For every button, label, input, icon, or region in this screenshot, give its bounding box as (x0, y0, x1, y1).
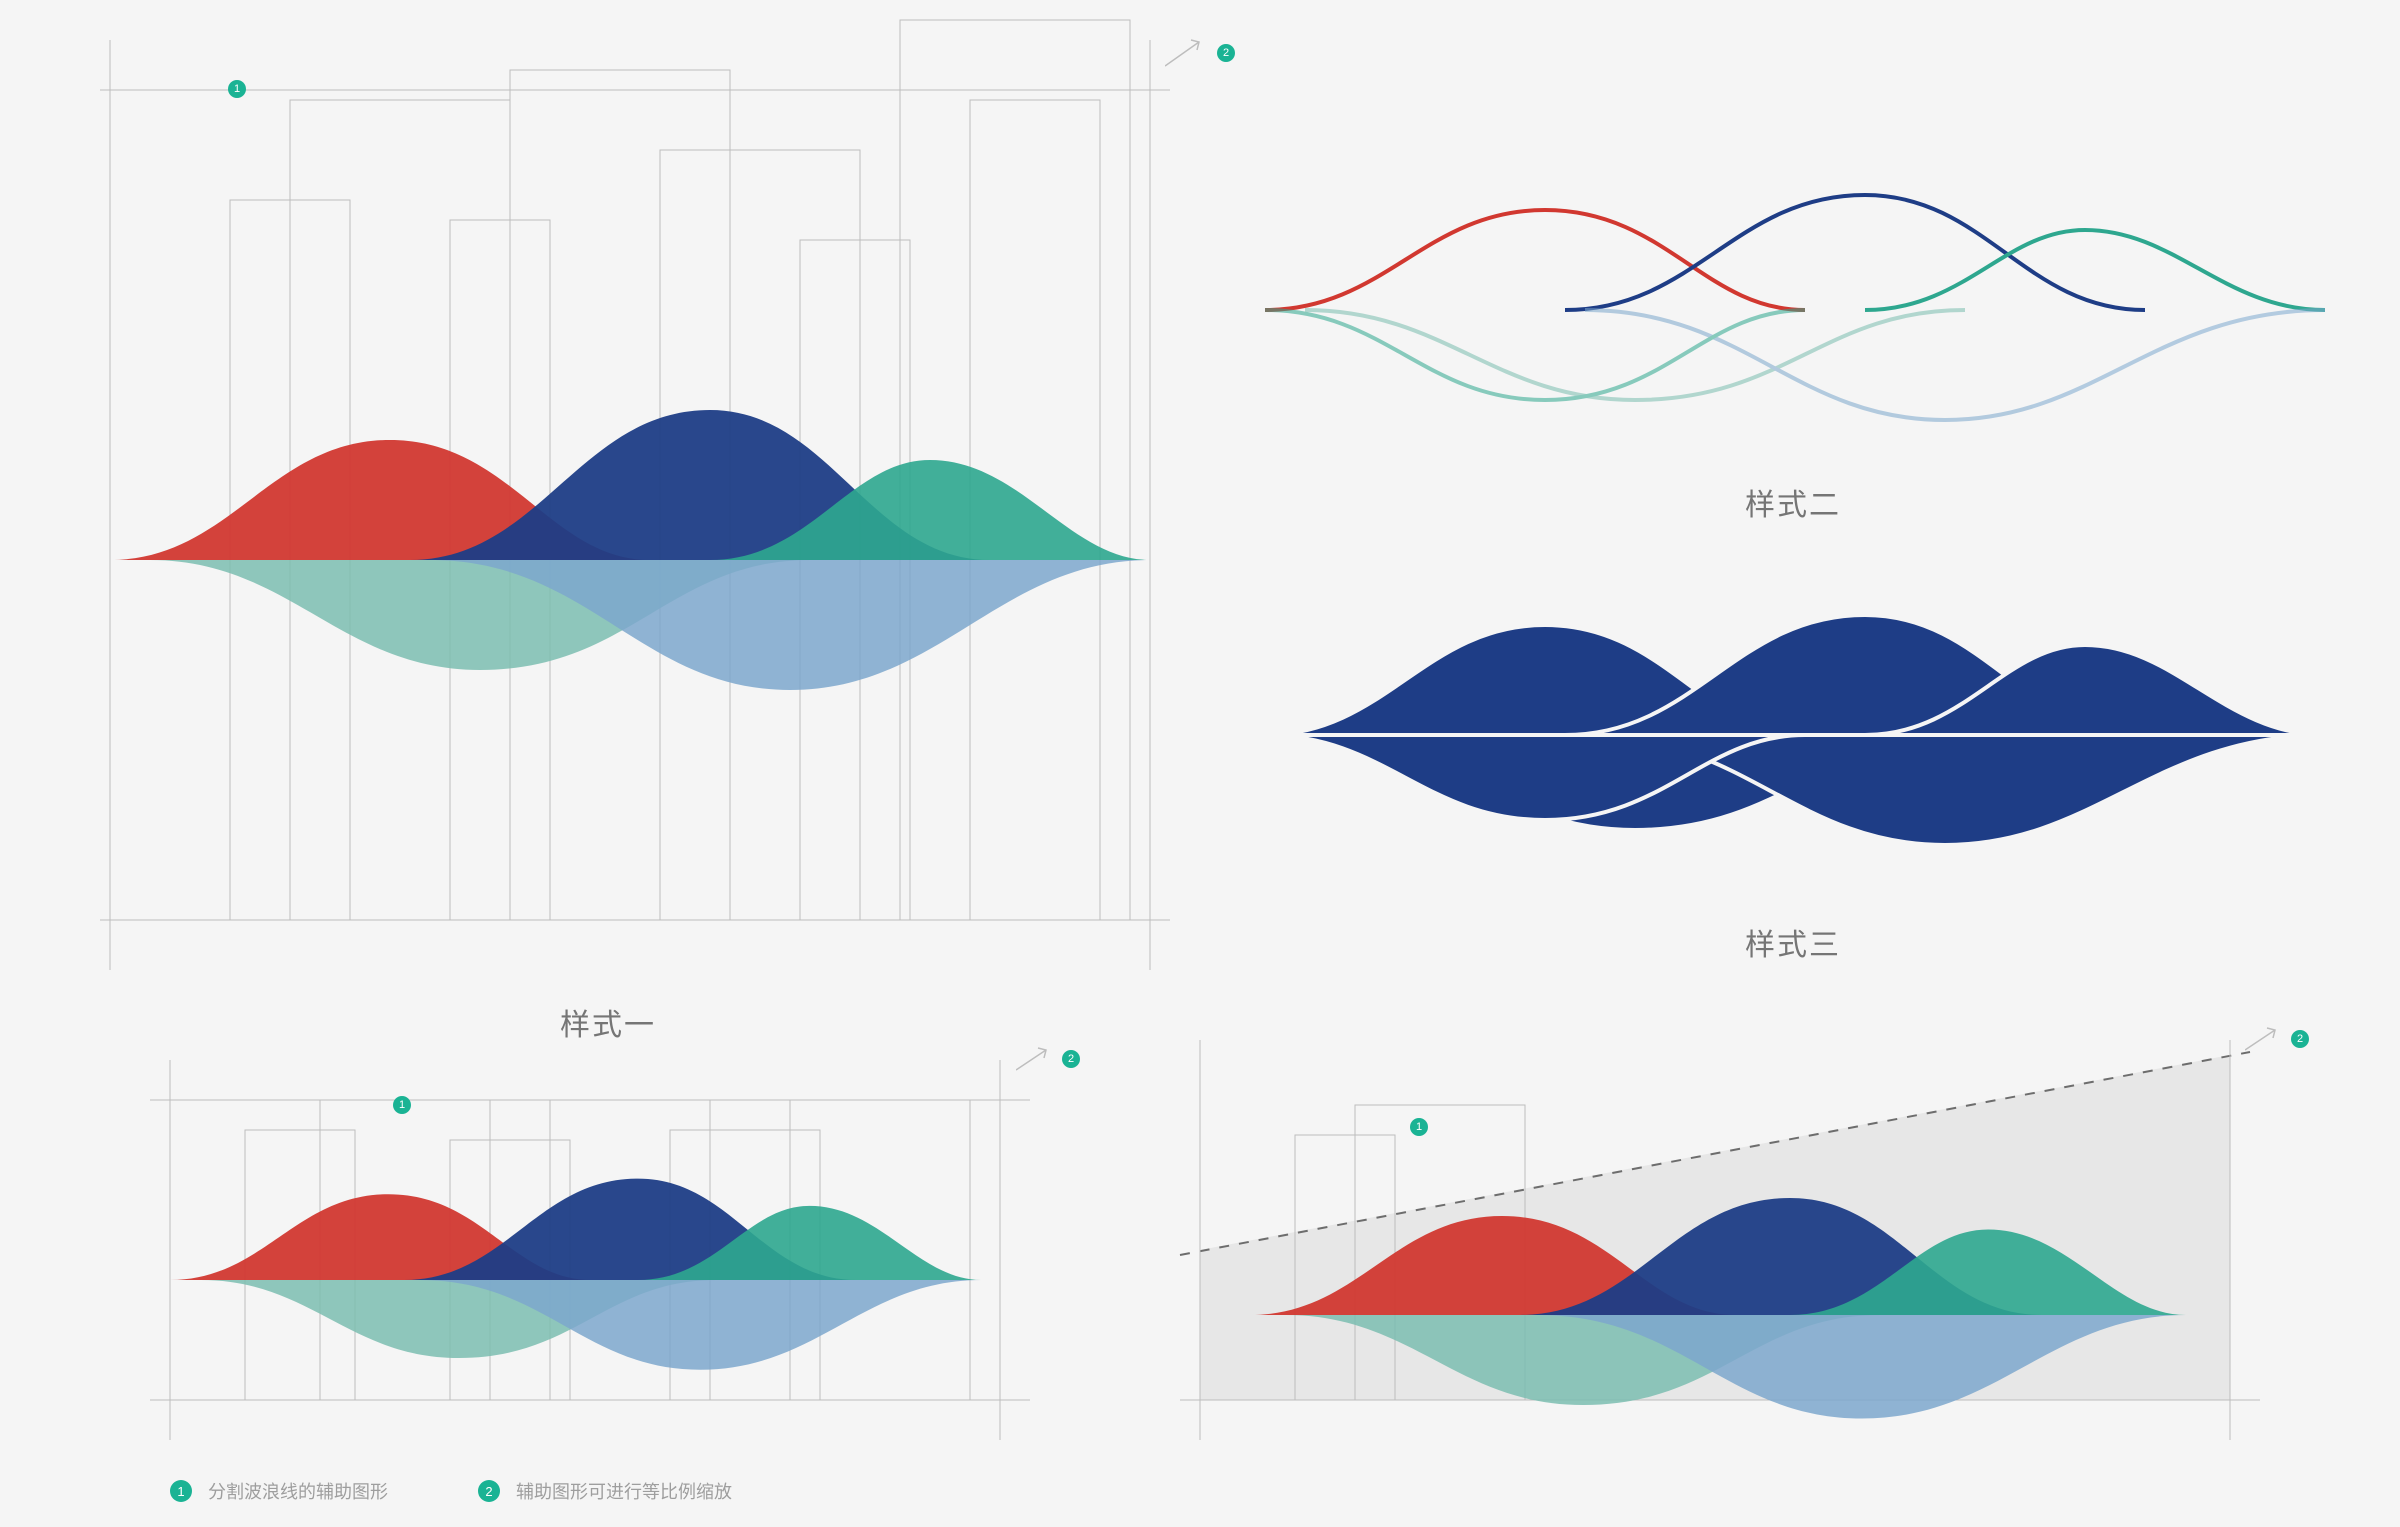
panel-scaled-construction (1180, 1040, 2280, 1440)
caption-style-two: 样式二 (1745, 480, 1841, 524)
marker-1-panel4: 1 (393, 1096, 411, 1114)
legend-item-1: 1 分割波浪线的辅助图形 (170, 1478, 388, 1504)
legend-item-2: 2 辅助图形可进行等比例缩放 (478, 1478, 732, 1504)
marker-2-panel5: 2 (2245, 1026, 2309, 1052)
panel-style-two (1265, 190, 2325, 450)
caption-style-three: 样式三 (1745, 920, 1841, 964)
marker-2-panel1: 2 (1165, 38, 1235, 68)
panel-construction-small (150, 1060, 1050, 1440)
legend-badge-1: 1 (170, 1480, 192, 1502)
marker-1-panel1: 1 (228, 80, 246, 98)
marker-2-panel4: 2 (1016, 1046, 1080, 1072)
legend: 1 分割波浪线的辅助图形 2 辅助图形可进行等比例缩放 (170, 1478, 732, 1504)
caption-style-one: 样式一 (560, 1000, 656, 1044)
legend-text-2: 辅助图形可进行等比例缩放 (516, 1478, 732, 1504)
panel-style-three (1265, 600, 2325, 880)
marker-1-panel5: 1 (1410, 1118, 1428, 1136)
legend-badge-2: 2 (478, 1480, 500, 1502)
legend-text-1: 分割波浪线的辅助图形 (208, 1478, 388, 1504)
panel-style-one (100, 40, 1200, 970)
